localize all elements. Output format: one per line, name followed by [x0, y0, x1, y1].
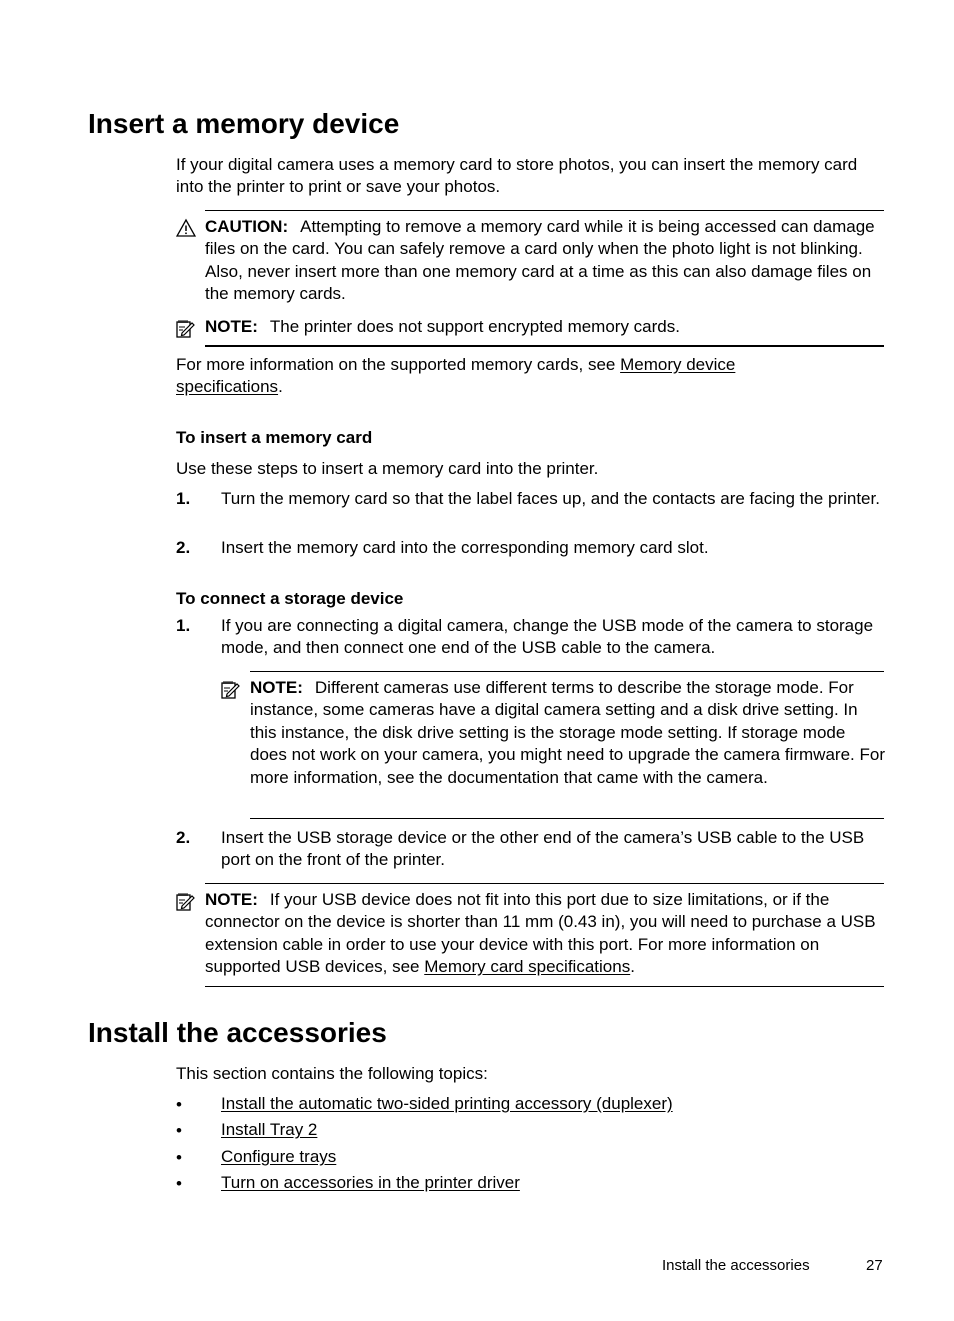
bullet: •	[176, 1148, 182, 1167]
note-pencil-icon	[176, 893, 195, 911]
accessories-intro: This section contains the following topi…	[176, 1064, 488, 1083]
insert-card-step-2: Insert the memory card into the correspo…	[221, 538, 709, 557]
step-number: 2.	[176, 538, 191, 557]
warning-triangle-icon	[176, 218, 196, 237]
insert-card-intro: Use these steps to insert a memory card …	[176, 459, 599, 478]
step-number: 1.	[176, 489, 191, 508]
footer-page-number: 27	[866, 1257, 883, 1274]
note-bottom-rule	[205, 345, 884, 347]
note-encrypted-cards: NOTE: The printer does not support encryp…	[205, 316, 885, 338]
bullet: •	[176, 1121, 182, 1140]
caution-label: CAUTION:	[205, 217, 289, 236]
usb-note-bottom-rule	[205, 986, 884, 987]
note-label: NOTE:	[205, 317, 258, 336]
camera-note-bottom-rule	[250, 818, 884, 819]
caution-top-rule	[205, 210, 884, 211]
step-number: 1.	[176, 616, 191, 635]
topic-link-tray-2[interactable]: Install Tray 2	[221, 1120, 317, 1140]
note-label: NOTE:	[250, 678, 303, 697]
note-camera-storage-mode: NOTE: Different cameras use different ter…	[250, 677, 886, 789]
camera-note-top-rule	[250, 671, 884, 672]
bullet: •	[176, 1174, 182, 1193]
section-title-install-accessories: Install the accessories	[88, 1017, 387, 1048]
section-title-insert-memory-device: Insert a memory device	[88, 108, 400, 139]
caution-block: CAUTION: Attempting to remove a memory ca…	[205, 216, 885, 306]
bullet: •	[176, 1095, 182, 1114]
intro-paragraph: If your digital camera uses a memory car…	[176, 155, 858, 197]
footer-section-name: Install the accessories	[662, 1257, 810, 1274]
connect-storage-step-2: Insert the USB storage device or the oth…	[221, 828, 865, 870]
caution-text: Attempting to remove a memory card while…	[205, 217, 875, 304]
topic-link-configure-trays[interactable]: Configure trays	[221, 1147, 336, 1167]
memory-card-specifications-link[interactable]: Memory card specifications	[424, 957, 630, 976]
usb-note-top-rule	[205, 883, 884, 884]
connect-storage-heading: To connect a storage device	[176, 589, 404, 608]
connect-storage-step-1: If you are connecting a digital camera, …	[221, 616, 874, 658]
step-number: 2.	[176, 828, 191, 847]
note-suffix: .	[630, 957, 635, 977]
topic-link-duplexer[interactable]: Install the automatic two-sided printing…	[221, 1094, 673, 1114]
more-info-text: For more information on the supported me…	[176, 355, 621, 374]
note-text: The printer does not support encrypted m…	[269, 317, 680, 336]
note-usb-size: NOTE: If your USB device does not fit int…	[205, 889, 886, 979]
more-info-paragraph: For more information on the supported me…	[176, 354, 796, 399]
note-pencil-icon	[221, 681, 240, 699]
note-pencil-icon	[176, 320, 195, 338]
note-text: Different cameras use different terms to…	[250, 678, 885, 787]
insert-card-step-1: Turn the memory card so that the label f…	[221, 489, 880, 508]
more-info-suffix: .	[278, 377, 283, 397]
topic-link-printer-driver[interactable]: Turn on accessories in the printer drive…	[221, 1173, 520, 1193]
insert-card-heading: To insert a memory card	[176, 428, 373, 447]
note-label: NOTE:	[205, 890, 258, 909]
